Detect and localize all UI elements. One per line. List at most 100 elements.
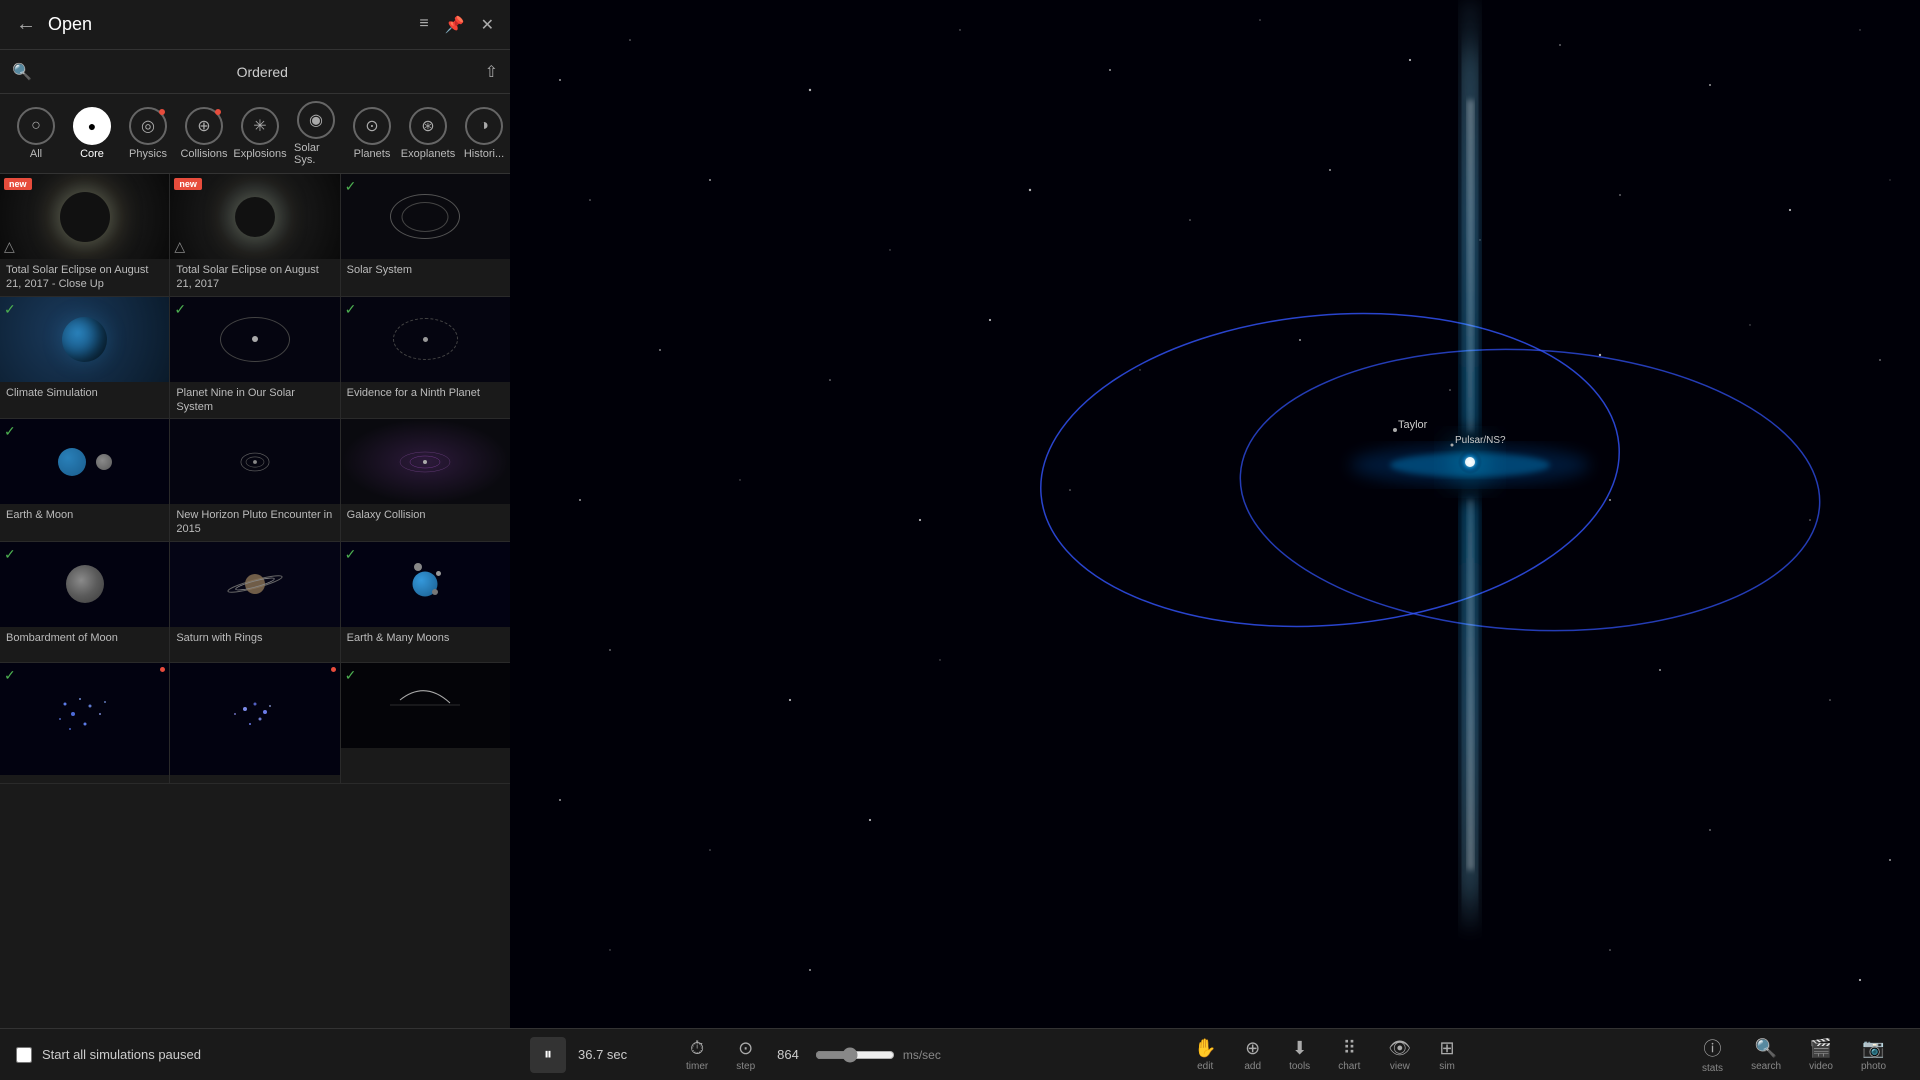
ms-sec-label: ms/sec (903, 1048, 941, 1062)
starfield: Taylor Pulsar/NS? (510, 0, 1920, 1028)
chart-button[interactable]: ⠿ chart (1338, 1038, 1360, 1072)
item-label (0, 775, 169, 783)
grid-content[interactable]: new △ Total Solar Eclipse on August 21, … (0, 174, 510, 1028)
search-button[interactable]: 🔍 search (1751, 1038, 1781, 1072)
tab-solar-sys[interactable]: ◉ Solar Sys. (288, 97, 344, 170)
list-item[interactable]: new △ Total Solar Eclipse on August 21, … (170, 174, 340, 296)
list-item[interactable]: ✓ (0, 663, 170, 783)
item-label (170, 775, 339, 783)
video-button[interactable]: 🎬 video (1809, 1038, 1833, 1072)
item-label: Planet Nine in Our Solar System (170, 382, 339, 419)
timer-button[interactable]: ⏱ timer (686, 1038, 708, 1072)
list-item[interactable]: Saturn with Rings (170, 542, 340, 662)
list-icon[interactable]: ≡ (419, 15, 428, 35)
tools-button[interactable]: ⬇ tools (1289, 1038, 1310, 1072)
svg-text:Taylor: Taylor (1398, 419, 1428, 431)
check-mark: ✓ (4, 546, 16, 563)
search-icon: 🔍 (1755, 1038, 1777, 1059)
category-tabs: ○ All ● Core ◎ Physics ⊕ Collisions (0, 94, 510, 174)
item-label: Earth & Many Moons (341, 627, 510, 649)
video-label: video (1809, 1061, 1833, 1072)
sort-icon[interactable]: ⇧ (485, 62, 498, 82)
item-label: Total Solar Eclipse on August 21, 2017 (170, 259, 339, 296)
tools-label: tools (1289, 1061, 1310, 1072)
play-pause-button[interactable]: ⏸ (530, 1037, 566, 1073)
tab-explosions[interactable]: ✳ Explosions (232, 103, 288, 164)
stats-button[interactable]: ⓘ stats (1702, 1035, 1723, 1074)
grid-row: ✓ Earth & Moon (0, 419, 510, 542)
chart-icon: ⠿ (1343, 1038, 1356, 1059)
list-item[interactable]: Galaxy Collision (341, 419, 510, 541)
pause-checkbox[interactable] (16, 1047, 32, 1063)
pin-icon[interactable]: 📌 (445, 15, 465, 35)
back-button[interactable]: ← (16, 13, 36, 36)
sim-icon: ⊞ (1440, 1038, 1455, 1059)
step-button[interactable]: ⊙ step (736, 1038, 755, 1072)
list-item[interactable]: ✓ Evidence for a Ninth Planet (341, 297, 510, 419)
stats-label: stats (1702, 1063, 1723, 1074)
view-button[interactable]: 👁 view (1388, 1038, 1411, 1072)
list-item[interactable]: ✓ Earth & Many Moons (341, 542, 510, 662)
list-item[interactable]: ✓ Bombardment of Moon (0, 542, 170, 662)
svg-text:Pulsar/NS?: Pulsar/NS? (1455, 435, 1506, 446)
grid-row: ✓ (0, 663, 510, 784)
photo-label: photo (1861, 1061, 1886, 1072)
close-icon[interactable]: ✕ (481, 15, 494, 35)
sim-button[interactable]: ⊞ sim (1439, 1038, 1455, 1072)
speed-slider[interactable] (815, 1047, 895, 1063)
check-mark: ✓ (174, 301, 186, 318)
panel-title: Open (48, 14, 419, 35)
photo-button[interactable]: 📷 photo (1861, 1038, 1886, 1072)
tab-histori[interactable]: ◑ Histori... (456, 103, 510, 164)
timer-label: timer (686, 1061, 708, 1072)
grid-row: ✓ Climate Simulation ✓ Planet Nine in Ou… (0, 297, 510, 420)
list-item[interactable] (170, 663, 340, 783)
item-label (341, 748, 510, 756)
list-item[interactable]: ✓ Climate Simulation (0, 297, 170, 419)
check-mark: ✓ (345, 546, 357, 563)
time-display: 36.7 sec (578, 1047, 648, 1062)
tab-core[interactable]: ● Core (64, 103, 120, 164)
tools-icon: ⬇ (1292, 1038, 1307, 1059)
stats-icon: ⓘ (1704, 1035, 1722, 1061)
search-icon: 🔍 (12, 62, 32, 82)
edit-button[interactable]: ✋ edit (1194, 1038, 1216, 1072)
list-item[interactable]: ✓ Planet Nine in Our Solar System (170, 297, 340, 419)
check-mark: ✓ (4, 423, 16, 440)
chart-label: chart (1338, 1061, 1360, 1072)
list-item[interactable]: New Horizon Pluto Encounter in 2015 (170, 419, 340, 541)
video-icon: 🎬 (1810, 1038, 1832, 1059)
list-item[interactable]: new △ Total Solar Eclipse on August 21, … (0, 174, 170, 296)
list-item[interactable]: ✓ Earth & Moon (0, 419, 170, 541)
tab-exoplanets[interactable]: ⊛ Exoplanets (400, 103, 456, 164)
list-item[interactable]: ✓ (341, 663, 510, 783)
step-icon: ⊙ (738, 1038, 753, 1059)
tab-planets[interactable]: ⊙ Planets (344, 103, 400, 164)
grid-row: new △ Total Solar Eclipse on August 21, … (0, 174, 510, 297)
check-mark: ✓ (345, 178, 357, 195)
header-icons: ≡ 📌 ✕ (419, 15, 494, 35)
bottom-toolbar: ⏸ 36.7 sec ⏱ timer ⊙ step 864 ms/sec ✋ e… (510, 1028, 1920, 1080)
grid-row: ✓ Bombardment of Moon (0, 542, 510, 663)
item-label: Total Solar Eclipse on August 21, 2017 -… (0, 259, 169, 296)
pause-icon: ⏸ (544, 1046, 552, 1064)
panel-header: ← Open ≡ 📌 ✕ (0, 0, 510, 50)
bottom-checkbox: Start all simulations paused (0, 1028, 510, 1080)
timer-icon: ⏱ (690, 1038, 704, 1059)
pause-label[interactable]: Start all simulations paused (42, 1047, 201, 1062)
tab-all[interactable]: ○ All (8, 103, 64, 164)
edit-icon: ✋ (1194, 1038, 1216, 1059)
item-label: Climate Simulation (0, 382, 169, 404)
list-item[interactable]: ✓ Solar System (341, 174, 510, 296)
tab-collisions[interactable]: ⊕ Collisions (176, 103, 232, 164)
ordered-label: Ordered (40, 64, 485, 80)
tab-physics[interactable]: ◎ Physics (120, 103, 176, 164)
item-label: Evidence for a Ninth Planet (341, 382, 510, 404)
item-label: Bombardment of Moon (0, 627, 169, 649)
item-label: Saturn with Rings (170, 627, 339, 649)
add-button[interactable]: ⊕ add (1244, 1038, 1261, 1072)
check-mark: ✓ (345, 667, 357, 684)
item-label: Galaxy Collision (341, 504, 510, 526)
item-label: New Horizon Pluto Encounter in 2015 (170, 504, 339, 541)
check-mark: ✓ (4, 667, 16, 684)
